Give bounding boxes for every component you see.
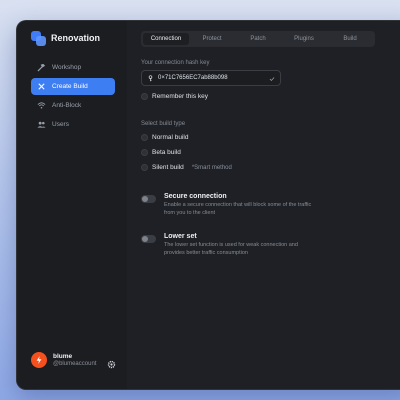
sidebar-item-label: Users — [52, 121, 69, 128]
hash-key-value: 0×71C7656EC7ab88b098 — [158, 75, 228, 81]
main-panel: Connection Protect Patch Plugins Build Y… — [127, 21, 400, 389]
build-option-hint: *Smart method — [191, 164, 232, 171]
build-option-label: Silent build — [152, 164, 184, 171]
check-icon — [269, 69, 275, 87]
gear-icon[interactable] — [107, 356, 116, 369]
remember-key-radio[interactable] — [141, 93, 148, 100]
sidebar-item-workshop[interactable]: Workshop — [31, 59, 115, 76]
build-radio[interactable] — [141, 164, 148, 171]
tab-plugins[interactable]: Plugins — [281, 33, 327, 45]
avatar — [31, 352, 47, 368]
build-option-label: Normal build — [152, 134, 189, 141]
lower-set-toggle[interactable] — [141, 235, 156, 243]
remember-key-label: Remember this key — [152, 93, 208, 100]
brand-logo-icon — [31, 31, 46, 46]
tab-patch[interactable]: Patch — [235, 33, 281, 45]
sidebar-item-label: Create Build — [52, 83, 88, 90]
toggle-description: The lower set function is used for weak … — [164, 242, 298, 256]
brand: Renovation — [31, 31, 101, 46]
hash-key-label: Your connection hash key — [141, 60, 210, 66]
app-window: Renovation Workshop Create Build Anti-Bl… — [16, 20, 400, 390]
key-icon — [147, 69, 154, 87]
lower-set-setting: Lower set The lower set function is used… — [141, 233, 314, 257]
toggle-title: Secure connection — [164, 193, 227, 200]
sidebar-item-label: Workshop — [52, 64, 82, 71]
user-handle: @blumeaccount — [53, 361, 97, 367]
build-option-beta[interactable]: Beta build — [141, 149, 181, 156]
remember-key-option[interactable]: Remember this key — [141, 93, 208, 100]
tab-build[interactable]: Build — [327, 33, 373, 45]
wifi-icon — [37, 101, 46, 110]
tab-bar: Connection Protect Patch Plugins Build — [141, 31, 375, 47]
build-radio[interactable] — [141, 134, 148, 141]
build-option-silent[interactable]: Silent build *Smart method — [141, 164, 232, 171]
build-type-label: Select build type — [141, 121, 186, 127]
tab-protect[interactable]: Protect — [189, 33, 235, 45]
hash-key-input[interactable]: 0×71C7656EC7ab88b098 — [141, 70, 281, 86]
tools-icon — [37, 82, 46, 91]
secure-connection-toggle[interactable] — [141, 195, 156, 203]
users-icon — [37, 120, 46, 129]
sidebar-item-users[interactable]: Users — [31, 116, 115, 133]
tab-connection[interactable]: Connection — [143, 33, 189, 45]
bolt-icon — [36, 356, 42, 364]
toggle-title: Lower set — [164, 233, 197, 240]
build-radio[interactable] — [141, 149, 148, 156]
brand-name: Renovation — [51, 33, 101, 43]
build-option-label: Beta build — [152, 149, 181, 156]
secure-connection-setting: Secure connection Enable a secure connec… — [141, 193, 314, 217]
user-name: blume — [53, 353, 73, 360]
hammer-icon — [37, 63, 46, 72]
toggle-description: Enable a secure connection that will blo… — [164, 202, 312, 216]
sidebar: Renovation Workshop Create Build Anti-Bl… — [17, 21, 127, 389]
user-profile[interactable]: blume @blumeaccount — [31, 352, 96, 368]
sidebar-item-create-build[interactable]: Create Build — [31, 78, 115, 95]
sidebar-nav: Workshop Create Build Anti-Block Users — [31, 59, 115, 135]
sidebar-item-anti-block[interactable]: Anti-Block — [31, 97, 115, 114]
build-option-normal[interactable]: Normal build — [141, 134, 189, 141]
sidebar-item-label: Anti-Block — [52, 102, 82, 109]
